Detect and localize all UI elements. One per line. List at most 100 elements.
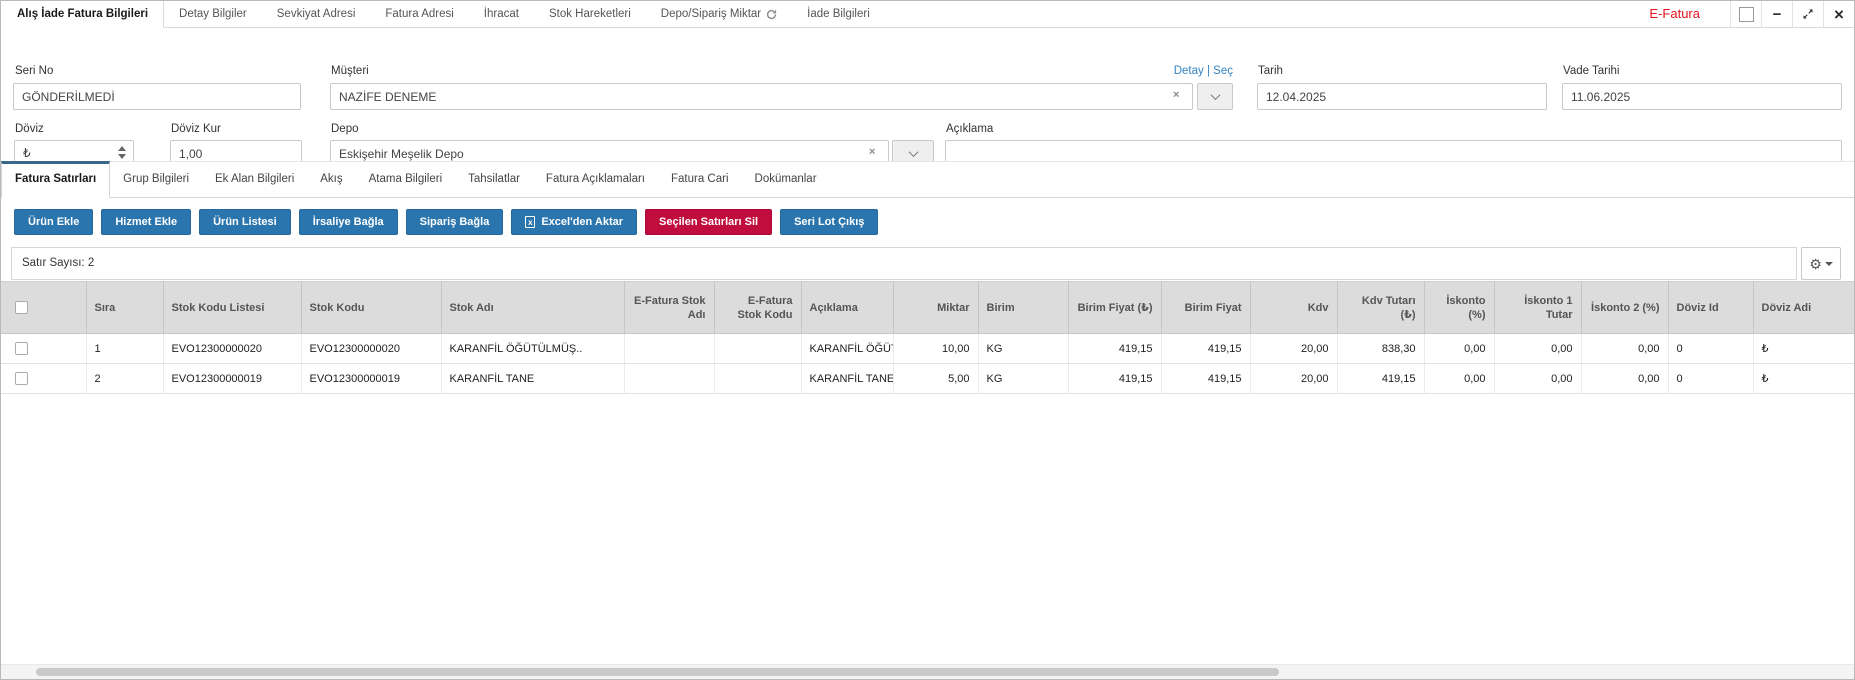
cell-kdv: 20,00 bbox=[1250, 334, 1337, 364]
maximize-icon bbox=[1802, 8, 1814, 20]
musteri-clear-icon[interactable]: × bbox=[1173, 89, 1179, 101]
tab-alis-iade-fatura-bilgileri[interactable]: Alış İade Fatura Bilgileri bbox=[1, 1, 164, 28]
tab-sevkiyat-adresi[interactable]: Sevkiyat Adresi bbox=[262, 1, 371, 27]
cell-aciklama: KARANFİL ÖĞÜT bbox=[801, 334, 893, 364]
cell-stok-kodu: EVO12300000020 bbox=[301, 334, 441, 364]
col-aciklama[interactable]: Açıklama bbox=[801, 282, 893, 334]
col-efatura-stok-kodu[interactable]: E-Fatura Stok Kodu bbox=[714, 282, 801, 334]
musteri-input[interactable] bbox=[330, 83, 1193, 110]
table-row[interactable]: 2 EVO12300000019 EVO12300000019 KARANFİL… bbox=[1, 364, 1855, 394]
window-controls: E-Fatura − × bbox=[1649, 1, 1854, 27]
select-all-checkbox[interactable] bbox=[15, 301, 28, 314]
vade-tarihi-input[interactable] bbox=[1562, 83, 1842, 110]
depo-clear-icon[interactable]: × bbox=[869, 146, 875, 158]
cell-stok-kodu-listesi: EVO12300000019 bbox=[163, 364, 301, 394]
col-iskonto-2-yuzde[interactable]: İskonto 2 (%) bbox=[1581, 282, 1668, 334]
invoice-window: Alış İade Fatura Bilgileri Detay Bilgile… bbox=[0, 0, 1855, 680]
table-row[interactable]: 1 EVO12300000020 EVO12300000020 KARANFİL… bbox=[1, 334, 1855, 364]
col-kdv[interactable]: Kdv bbox=[1250, 282, 1337, 334]
tab-depo-siparis-miktar[interactable]: Depo/Sipariş Miktar bbox=[646, 1, 792, 27]
close-button[interactable]: × bbox=[1823, 1, 1854, 27]
col-iskonto-yuzde[interactable]: İskonto (%) bbox=[1424, 282, 1494, 334]
tab-iade-bilgileri[interactable]: İade Bilgileri bbox=[792, 1, 885, 27]
cell-doviz-id: 0 bbox=[1668, 334, 1753, 364]
secilen-satirlari-sil-button[interactable]: Seçilen Satırları Sil bbox=[645, 209, 772, 235]
minimize-button[interactable]: − bbox=[1761, 1, 1792, 27]
col-stok-kodu-listesi[interactable]: Stok Kodu Listesi bbox=[163, 282, 301, 334]
grid-toolbar: Ürün Ekle Hizmet Ekle Ürün Listesi İrsal… bbox=[14, 209, 878, 235]
cell-stok-adi: KARANFİL TANE bbox=[441, 364, 624, 394]
caret-down-icon bbox=[1825, 262, 1833, 266]
col-kdv-tutari[interactable]: Kdv Tutarı (₺) bbox=[1337, 282, 1424, 334]
musteri-label: Müşteri bbox=[331, 65, 369, 77]
excelden-aktar-button[interactable]: x Excel'den Aktar bbox=[511, 209, 637, 235]
col-sira[interactable]: Sıra bbox=[86, 282, 163, 334]
cell-sira: 1 bbox=[86, 334, 163, 364]
tab-atama-bilgileri[interactable]: Atama Bilgileri bbox=[356, 162, 456, 197]
pin-button[interactable] bbox=[1730, 1, 1761, 27]
tab-ek-alan-bilgileri[interactable]: Ek Alan Bilgileri bbox=[202, 162, 307, 197]
cell-birim: KG bbox=[978, 364, 1068, 394]
tarih-input[interactable] bbox=[1257, 83, 1547, 110]
col-doviz-adi[interactable]: Döviz Adi bbox=[1753, 282, 1855, 334]
seri-no-input[interactable] bbox=[13, 83, 301, 110]
col-doviz-id[interactable]: Döviz Id bbox=[1668, 282, 1753, 334]
cell-iskonto-1-tutar: 0,00 bbox=[1494, 334, 1581, 364]
musteri-dropdown-button[interactable] bbox=[1197, 83, 1233, 110]
cell-efatura-stok-kodu bbox=[714, 364, 801, 394]
maximize-button[interactable] bbox=[1792, 1, 1823, 27]
cell-kdv: 20,00 bbox=[1250, 364, 1337, 394]
tab-tahsilatlar[interactable]: Tahsilatlar bbox=[455, 162, 533, 197]
tab-ihracat[interactable]: İhracat bbox=[469, 1, 534, 27]
invoice-lines-grid: Sıra Stok Kodu Listesi Stok Kodu Stok Ad… bbox=[1, 281, 1855, 394]
row-checkbox[interactable] bbox=[15, 372, 28, 385]
tab-fatura-satirlari[interactable]: Fatura Satırları bbox=[1, 161, 110, 198]
col-birim-fiyat-tl[interactable]: Birim Fiyat (₺) bbox=[1068, 282, 1161, 334]
tab-stok-hareketleri[interactable]: Stok Hareketleri bbox=[534, 1, 646, 27]
sec-link[interactable]: Seç bbox=[1213, 65, 1233, 77]
detay-link[interactable]: Detay bbox=[1174, 65, 1204, 77]
col-birim[interactable]: Birim bbox=[978, 282, 1068, 334]
detail-tab-bar: Fatura Satırları Grup Bilgileri Ek Alan … bbox=[1, 161, 1854, 198]
tab-fatura-adresi[interactable]: Fatura Adresi bbox=[370, 1, 468, 27]
tab-detay-bilgiler[interactable]: Detay Bilgiler bbox=[164, 1, 262, 27]
cell-efatura-stok-adi bbox=[624, 334, 714, 364]
aciklama-label: Açıklama bbox=[946, 123, 993, 135]
doviz-kur-label: Döviz Kur bbox=[171, 123, 221, 135]
col-iskonto-1-tutar[interactable]: İskonto 1 Tutar bbox=[1494, 282, 1581, 334]
spinner-icon[interactable] bbox=[118, 146, 126, 159]
irsaliye-bagla-button[interactable]: İrsaliye Bağla bbox=[299, 209, 398, 235]
chevron-down-icon bbox=[1210, 90, 1220, 100]
col-stok-adi[interactable]: Stok Adı bbox=[441, 282, 624, 334]
tab-akis[interactable]: Akış bbox=[307, 162, 355, 197]
excelden-aktar-label: Excel'den Aktar bbox=[541, 216, 623, 228]
horizontal-scrollbar[interactable] bbox=[1, 664, 1854, 679]
urun-listesi-button[interactable]: Ürün Listesi bbox=[199, 209, 291, 235]
col-efatura-stok-adi[interactable]: E-Fatura Stok Adı bbox=[624, 282, 714, 334]
col-stok-kodu[interactable]: Stok Kodu bbox=[301, 282, 441, 334]
col-miktar[interactable]: Miktar bbox=[893, 282, 978, 334]
refresh-icon bbox=[766, 9, 777, 20]
tab-fatura-aciklamalari[interactable]: Fatura Açıklamaları bbox=[533, 162, 658, 197]
doviz-value: ₺ bbox=[23, 146, 31, 160]
tab-dokumanlar[interactable]: Dokümanlar bbox=[742, 162, 830, 197]
doviz-label: Döviz bbox=[15, 123, 44, 135]
seri-lot-cikis-button[interactable]: Seri Lot Çıkış bbox=[780, 209, 878, 235]
scrollbar-thumb[interactable] bbox=[36, 668, 1279, 676]
cell-birim-fiyat: 419,15 bbox=[1161, 334, 1250, 364]
col-birim-fiyat[interactable]: Birim Fiyat bbox=[1161, 282, 1250, 334]
cell-iskonto-2-yuzde: 0,00 bbox=[1581, 364, 1668, 394]
cell-stok-kodu: EVO12300000019 bbox=[301, 364, 441, 394]
row-checkbox[interactable] bbox=[15, 342, 28, 355]
cell-stok-adi: KARANFİL ÖĞÜTÜLMÜŞ.. bbox=[441, 334, 624, 364]
grid-settings-button[interactable]: ⚙ bbox=[1801, 247, 1841, 280]
vade-tarihi-label: Vade Tarihi bbox=[1563, 65, 1619, 77]
tab-fatura-cari[interactable]: Fatura Cari bbox=[658, 162, 742, 197]
cell-iskonto-1-tutar: 0,00 bbox=[1494, 364, 1581, 394]
square-icon bbox=[1739, 7, 1754, 22]
siparis-bagla-button[interactable]: Sipariş Bağla bbox=[406, 209, 504, 235]
urun-ekle-button[interactable]: Ürün Ekle bbox=[14, 209, 93, 235]
hizmet-ekle-button[interactable]: Hizmet Ekle bbox=[101, 209, 191, 235]
tab-grup-bilgileri[interactable]: Grup Bilgileri bbox=[110, 162, 202, 197]
cell-sira: 2 bbox=[86, 364, 163, 394]
